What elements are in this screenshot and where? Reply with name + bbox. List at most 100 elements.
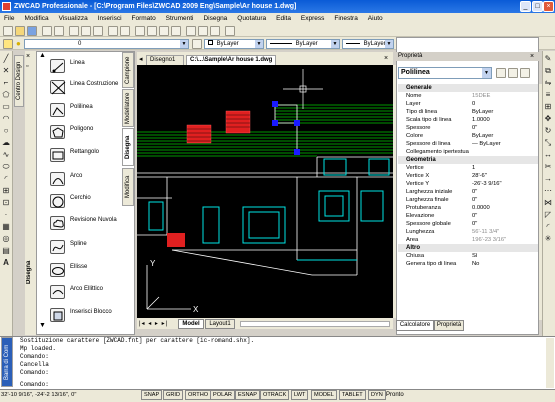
stretch-icon[interactable]: ↔ [543,150,553,160]
trim-icon[interactable]: ✂ [543,162,553,172]
grip-handle[interactable] [294,120,300,126]
property-row[interactable]: Elevazione 0" [398,212,538,220]
arc-icon[interactable]: ◠ [1,114,11,124]
selection-combo[interactable]: Polilinea ▼ [398,67,492,79]
circle-icon[interactable]: ○ [1,126,11,136]
layout-tab-layout1[interactable]: Layout1 [205,319,235,329]
properties-close-icon[interactable]: × [530,52,534,61]
palette-item-arco-ellittico[interactable]: Arco Ellittico [48,283,130,302]
ellipse-icon[interactable]: ⬭ [1,162,11,172]
property-row[interactable]: Genera tipo di linea No [398,260,538,268]
palette-item-polilinea[interactable]: Polilinea [48,101,130,120]
property-row[interactable]: Colore ByLayer [398,132,538,140]
zoom-window-icon[interactable] [159,26,169,36]
palette-autohide-icon[interactable]: ▫ [26,63,28,71]
paste-icon[interactable] [93,26,103,36]
doc-close-icon[interactable]: × [384,55,388,63]
palette-item-poligono[interactable]: Poligono [48,123,130,142]
property-value[interactable]: -26'-3 9/16" [472,180,538,188]
quick-select-icon[interactable] [520,68,530,78]
property-value[interactable]: 0" [472,212,538,220]
property-value[interactable]: 1 [472,164,538,172]
revision-cloud-icon[interactable]: ☁ [1,138,11,148]
property-row[interactable]: Collegamento ipertestua [398,148,538,156]
property-row[interactable]: Vertice Y -26'-3 9/16" [398,180,538,188]
property-row[interactable]: Scala tipo di linea 1.0000 [398,116,538,124]
join-icon[interactable]: ⋈ [543,198,553,208]
property-row[interactable]: Larghezza finale 0" [398,196,538,204]
palette-item-cerchio[interactable]: Cerchio [48,192,130,211]
property-value[interactable]: No [472,260,538,268]
status-polar[interactable]: POLAR [210,390,235,400]
status-tablet[interactable]: TABLET [339,390,366,400]
fillet-icon[interactable]: ◜ [543,222,553,232]
region-icon[interactable]: ◎ [1,234,11,244]
property-value[interactable]: — ByLayer [472,140,538,148]
palette-item-linea-costruzione[interactable]: Linea Costruzione [48,78,130,97]
copy-icon[interactable] [81,26,91,36]
menu-file[interactable]: File [0,13,18,24]
tab-proprieta[interactable]: Proprietà [434,320,464,331]
property-row[interactable]: Area 196'-23 3/16" [398,236,538,244]
drawing-canvas[interactable]: Y X [137,65,393,318]
undo-icon[interactable] [108,26,118,36]
status-dyn[interactable]: DYN [368,390,386,400]
menu-finestra[interactable]: Finestra [330,13,361,24]
property-row[interactable]: Larghezza iniziale 0" [398,188,538,196]
menu-edita[interactable]: Edita [272,13,295,24]
property-section[interactable]: Altro [398,244,538,252]
property-value[interactable]: ByLayer [472,108,538,116]
property-row[interactable]: Nome 15DEE [398,92,538,100]
status-model[interactable]: MODEL [311,390,337,400]
layer-combo[interactable]: 0 ▼ [24,39,189,49]
property-value[interactable]: 0" [472,124,538,132]
property-value[interactable]: 0" [472,220,538,228]
design-center-icon[interactable] [198,26,208,36]
palette-item-revisione-nuvola[interactable]: Revisione Nuvola [48,214,130,233]
offset-icon[interactable]: ≡ [543,90,553,100]
chamfer-icon[interactable]: ◸ [543,210,553,220]
move-icon[interactable]: ✥ [543,114,553,124]
property-row[interactable]: Layer 0 [398,100,538,108]
pickadd-icon[interactable] [496,68,506,78]
property-value[interactable]: ByLayer [472,132,538,140]
property-value[interactable]: 0 [472,100,538,108]
command-scrollbar[interactable] [546,338,554,388]
status-snap[interactable]: SNAP [141,390,163,400]
polyline-icon[interactable]: ⌐ [1,78,11,88]
command-input[interactable]: Comando: [20,381,540,389]
status-grid[interactable]: GRID [163,390,183,400]
new-icon[interactable] [3,26,13,36]
elliptical-arc-icon[interactable]: ◜ [1,174,11,184]
menu-visualizza[interactable]: Visualizza [55,13,92,24]
palette-item-arco[interactable]: Arco [48,170,130,189]
rotate-icon[interactable]: ↻ [543,126,553,136]
property-value[interactable]: 196'-23 3/16" [472,236,538,244]
doc-tab-disegno1[interactable]: Disegno1 [146,55,184,65]
color-combo[interactable]: ByLayer ▼ [204,39,264,49]
palette-item-linea[interactable]: Linea [48,57,130,76]
mirror-icon[interactable]: ⇋ [543,78,553,88]
palette-item-ellisse[interactable]: Ellisse [48,261,130,280]
scale-icon[interactable]: ⤡ [543,138,553,148]
erase-icon[interactable]: ✎ [543,54,553,64]
break-icon[interactable]: ⋯ [543,186,553,196]
close-button[interactable]: × [543,1,554,12]
menu-inserisci[interactable]: Inserisci [94,13,126,24]
property-section[interactable]: Generale [398,84,538,92]
print-icon[interactable] [42,26,52,36]
property-row[interactable]: Spessore di linea — ByLayer [398,140,538,148]
cut-icon[interactable] [69,26,79,36]
menu-strumenti[interactable]: Strumenti [162,13,198,24]
menu-quotatura[interactable]: Quotatura [233,13,270,24]
property-row[interactable]: Protuberanza 0.0000 [398,204,538,212]
tool-palettes-icon[interactable] [210,26,220,36]
layout-tab-model[interactable]: Model [178,319,204,329]
preview-icon[interactable] [54,26,64,36]
spline-icon[interactable]: ∿ [1,150,11,160]
property-value[interactable]: 1.0000 [472,116,538,124]
help-icon[interactable] [225,26,235,36]
property-row[interactable]: Vertice X 28'-6" [398,172,538,180]
menu-express[interactable]: Express [297,13,328,24]
status-lwt[interactable]: LWT [291,390,309,400]
